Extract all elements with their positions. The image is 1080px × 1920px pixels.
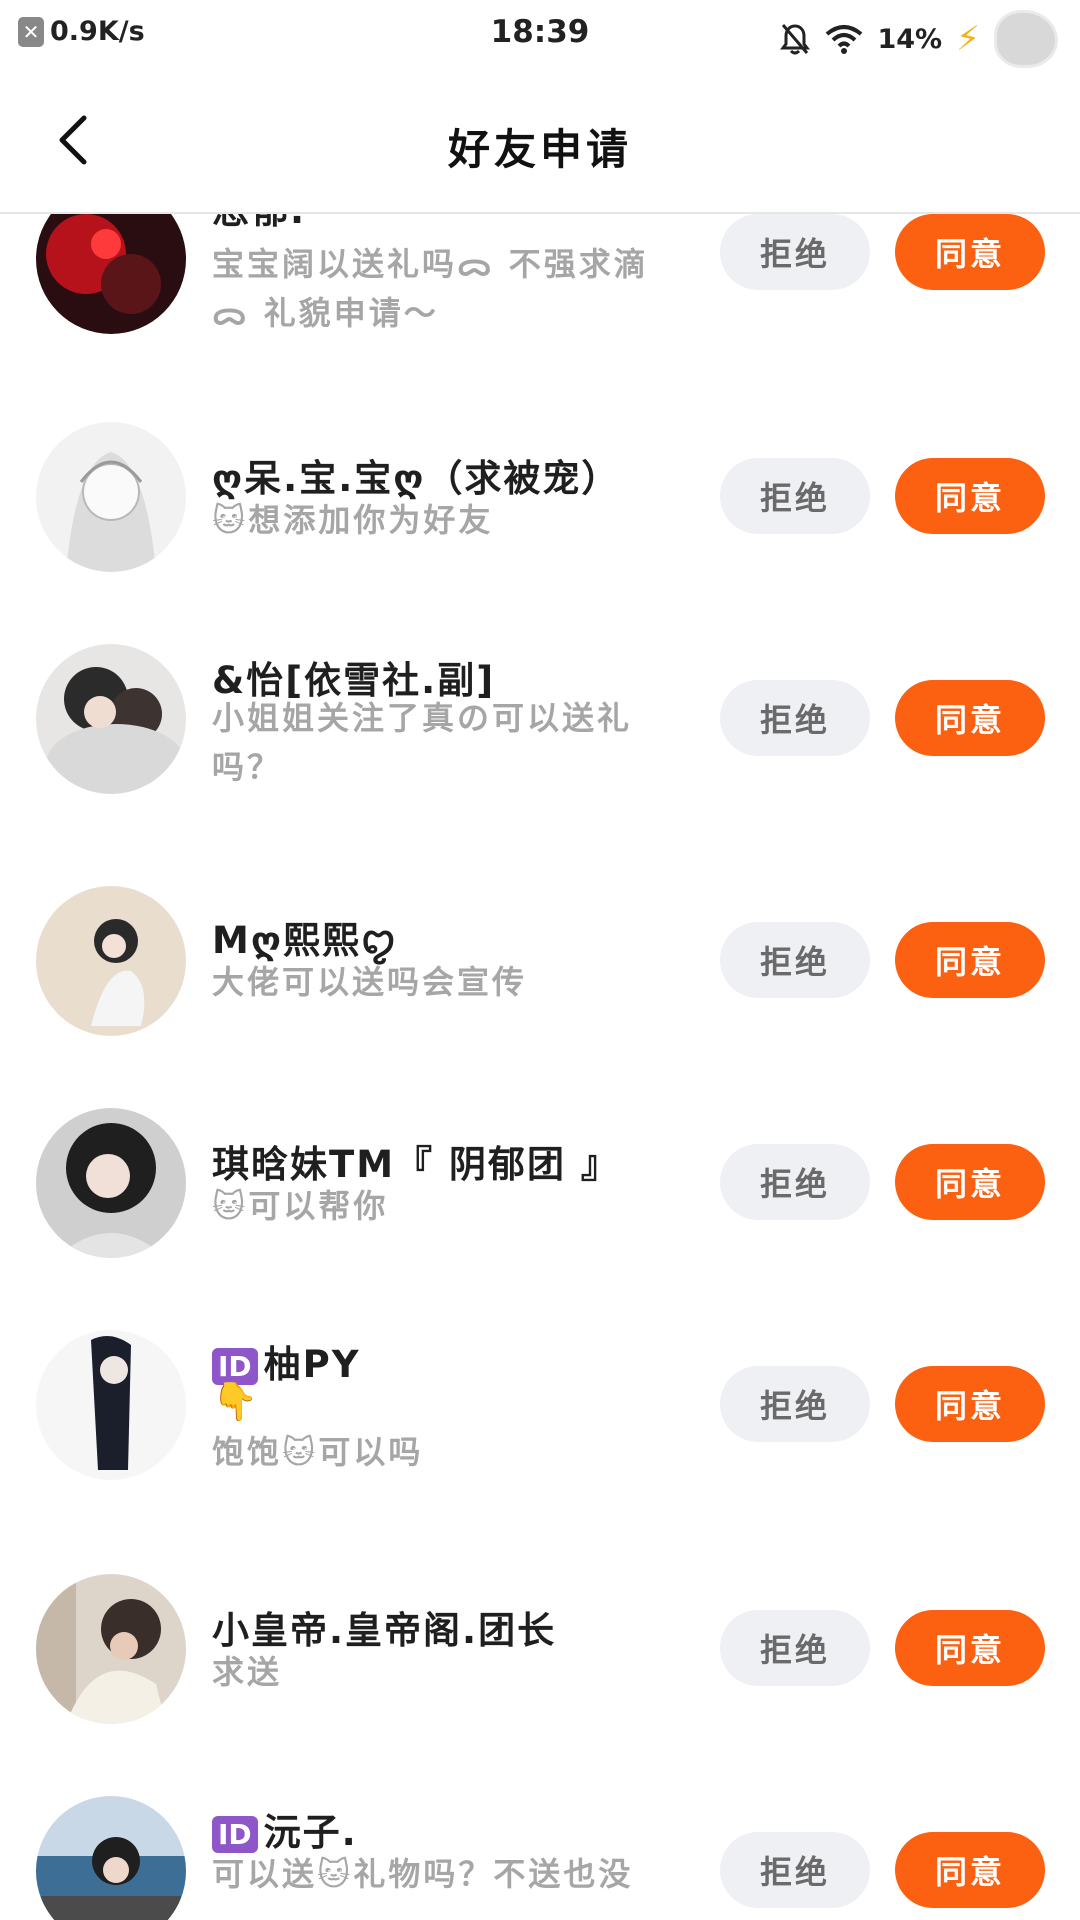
- request-message: 饱饱🐱可以吗: [212, 1433, 424, 1471]
- avatar[interactable]: [36, 644, 186, 794]
- avatar[interactable]: [36, 1796, 186, 1920]
- list-item: ID 沅子. 可以送🐱礼物吗？不送也没 拒绝 同意: [0, 1786, 1080, 1920]
- bell-off-icon: [780, 24, 811, 55]
- avatar[interactable]: [36, 422, 186, 572]
- reject-button[interactable]: 拒绝: [720, 214, 870, 290]
- list-item: ღ呆.宝.宝ღ（求被宠） 🐱想添加你为好友 拒绝 同意: [0, 412, 1080, 592]
- page-title: 好友申请: [447, 125, 632, 174]
- accept-button[interactable]: 同意: [895, 458, 1045, 534]
- reject-button[interactable]: 拒绝: [720, 1610, 870, 1686]
- reject-button[interactable]: 拒绝: [720, 680, 870, 756]
- request-name-extra: 👇: [212, 1380, 261, 1423]
- id-badge: ID: [212, 1816, 258, 1853]
- accept-button[interactable]: 同意: [895, 1832, 1045, 1908]
- reject-button[interactable]: 拒绝: [720, 1832, 870, 1908]
- list-item: 悲郁. 宝宝阔以送礼吗ᯅ 不强求滴ᯅ 礼貌申请～ 拒绝 同意: [0, 214, 1080, 354]
- list-item: 琪晗妹TM『 阴郁团 』 🐱可以帮你 拒绝 同意: [0, 1098, 1080, 1278]
- battery-percent: 14%: [877, 23, 943, 55]
- header: 好友申请: [0, 72, 1080, 214]
- charging-bolt-icon: ⚡: [956, 19, 980, 59]
- request-message: 求送: [212, 1653, 283, 1691]
- request-name: 琪晗妹TM『 阴郁团 』: [212, 1143, 620, 1186]
- request-message: 小姐姐关注了真の可以送礼吗？: [212, 699, 633, 786]
- request-message: 🐱可以帮你: [212, 1187, 389, 1225]
- reject-button[interactable]: 拒绝: [720, 922, 870, 998]
- wifi-icon: [826, 25, 863, 54]
- request-message: 🐱想添加你为好友: [212, 501, 494, 539]
- avatar[interactable]: [36, 214, 186, 334]
- reject-button[interactable]: 拒绝: [720, 1144, 870, 1220]
- accept-button[interactable]: 同意: [895, 680, 1045, 756]
- reject-button[interactable]: 拒绝: [720, 458, 870, 534]
- accept-button[interactable]: 同意: [895, 1610, 1045, 1686]
- status-bar: ✕ 0.9K/s 18:39 14% ⚡: [0, 0, 1080, 72]
- accept-button[interactable]: 同意: [895, 1144, 1045, 1220]
- friend-request-list[interactable]: 悲郁. 宝宝阔以送礼吗ᯅ 不强求滴ᯅ 礼貌申请～ 拒绝 同意 ღ呆.宝.宝ღ（求…: [0, 214, 1080, 1920]
- status-right: 14% ⚡: [779, 10, 1058, 68]
- avatar[interactable]: [36, 1574, 186, 1724]
- avatar[interactable]: [36, 886, 186, 1036]
- request-message: 大佬可以送吗会宣传: [212, 963, 528, 1001]
- list-item: Mღ熙熙ꨄ 大佬可以送吗会宣传 拒绝 同意: [0, 876, 1080, 1056]
- request-name: 小皇帝.皇帝阁.团长: [212, 1609, 557, 1652]
- reject-button[interactable]: 拒绝: [720, 1366, 870, 1442]
- list-item: 小皇帝.皇帝阁.团长 求送 拒绝 同意: [0, 1564, 1080, 1744]
- request-message: 宝宝阔以送礼吗ᯅ 不强求滴ᯅ 礼貌申请～: [212, 245, 649, 332]
- avatar[interactable]: [36, 1108, 186, 1258]
- list-item: ID 柚PY 👇 饱饱🐱可以吗 拒绝 同意: [0, 1320, 1080, 1500]
- accept-button[interactable]: 同意: [895, 1366, 1045, 1442]
- request-name: 悲郁.: [212, 214, 306, 234]
- request-name: ღ呆.宝.宝ღ（求被宠）: [212, 457, 621, 500]
- request-message: 可以送🐱礼物吗？不送也没: [212, 1855, 634, 1893]
- accept-button[interactable]: 同意: [895, 922, 1045, 998]
- avatar[interactable]: [36, 1330, 186, 1480]
- accept-button[interactable]: 同意: [895, 214, 1045, 290]
- request-name: ID 沅子.: [212, 1802, 358, 1856]
- avatar-blob-icon: [994, 10, 1058, 68]
- list-item: &怡[依雪社.副] 小姐姐关注了真の可以送礼吗？ 拒绝 同意: [0, 634, 1080, 814]
